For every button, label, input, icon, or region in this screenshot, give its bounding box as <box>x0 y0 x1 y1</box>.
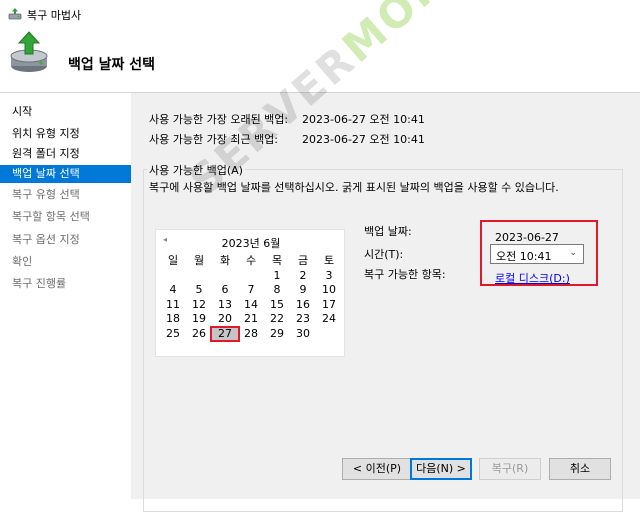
calendar-day[interactable]: 3 <box>316 269 342 284</box>
calendar-grid: 일 월 화 수 목 금 토 1 2 3 4 5 6 7 8 9 10 11 12 13 14 15 16 17 18 19 20 21… <box>160 254 342 342</box>
time-label: 시간(T): <box>364 248 404 261</box>
calendar-day[interactable]: 15 <box>264 298 290 313</box>
calendar-day[interactable]: 12 <box>186 298 212 313</box>
calendar-month-title[interactable]: 2023년 6월 <box>156 235 346 251</box>
calendar-weekday: 토 <box>323 254 335 267</box>
calendar-day[interactable]: 19 <box>186 312 212 327</box>
calendar-day[interactable]: 13 <box>212 298 238 313</box>
step-select-items: 복구할 항목 선택 <box>12 210 90 223</box>
calendar-day[interactable]: 5 <box>186 283 212 298</box>
calendar-week-row: 4 5 6 7 8 9 10 <box>160 283 342 298</box>
calendar-day[interactable]: 11 <box>160 298 186 313</box>
calendar-weekday: 금 <box>297 254 309 267</box>
calendar-day[interactable]: 2 <box>290 269 316 284</box>
step-start[interactable]: 시작 <box>0 103 131 121</box>
calendar-day[interactable]: 25 <box>160 327 186 342</box>
calendar-day[interactable]: 20 <box>212 312 238 327</box>
calendar-day[interactable]: 30 <box>290 327 316 342</box>
calendar-day[interactable]: 10 <box>316 283 342 298</box>
calendar-day[interactable]: 28 <box>238 327 264 342</box>
calendar-weekday: 수 <box>245 254 257 267</box>
next-button[interactable]: 다음(N) > <box>410 458 472 480</box>
calendar-day[interactable]: 26 <box>186 327 212 342</box>
calendar-week-row: 25 26 27 28 29 30 <box>160 325 342 342</box>
step-remote-folder[interactable]: 원격 폴더 지정 <box>0 145 131 163</box>
calendar-day[interactable]: 17 <box>316 298 342 313</box>
calendar-weekday-row: 일월화수목금토 <box>160 254 342 269</box>
calendar-day[interactable]: 8 <box>264 283 290 298</box>
calendar-day[interactable]: 16 <box>290 298 316 313</box>
calendar-weekday: 화 <box>219 254 231 267</box>
cancel-button[interactable]: 취소 <box>549 458 611 480</box>
calendar-weekday: 목 <box>271 254 283 267</box>
calendar-week-row: 123 <box>160 269 342 284</box>
calendar-day[interactable]: 29 <box>264 327 290 342</box>
newest-backup-value: 2023-06-27 오전 10:41 <box>302 133 425 146</box>
recoverable-items-link[interactable]: 로컬 디스크(D:) <box>495 270 570 286</box>
calendar-day[interactable]: 24 <box>316 312 342 327</box>
calendar-weekday: 월 <box>193 254 205 267</box>
calendar-day[interactable]: 21 <box>238 312 264 327</box>
calendar-day[interactable]: 27 <box>210 325 240 342</box>
calendar-empty-cell <box>212 269 238 284</box>
calendar-week-row: 18 19 20 21 22 23 24 <box>160 312 342 327</box>
calendar-day[interactable]: 4 <box>160 283 186 298</box>
page-title: 백업 날짜 선택 <box>68 57 156 73</box>
window-title: 복구 마법사 <box>27 9 82 22</box>
calendar-day[interactable]: 22 <box>264 312 290 327</box>
calendar-weekday: 일 <box>167 254 179 267</box>
restore-wizard-icon <box>8 8 22 20</box>
step-location-type[interactable]: 위치 유형 지정 <box>0 125 131 143</box>
backup-drive-icon <box>10 31 48 72</box>
time-dropdown[interactable]: 오전 10:41 ⌄ <box>490 244 584 264</box>
oldest-backup-value: 2023-06-27 오전 10:41 <box>302 113 425 126</box>
back-button[interactable]: < 이전(P) <box>342 458 412 480</box>
time-dropdown-value: 오전 10:41 <box>496 250 552 263</box>
wizard-steps-sidebar: 시작 위치 유형 지정 원격 폴더 지정 백업 날짜 선택 복구 유형 선택 복… <box>0 93 131 499</box>
chevron-down-icon: ⌄ <box>569 248 577 258</box>
calendar-empty-cell <box>160 269 186 284</box>
calendar-day[interactable]: 7 <box>238 283 264 298</box>
calendar-empty-cell <box>238 269 264 284</box>
backup-date-calendar[interactable]: ◂ 2023년 6월 일 월 화 수 목 금 토 1 2 3 4 5 6 7 8 9 10 11 12 13 14 15 1… <box>155 229 345 357</box>
step-recovery-type: 복구 유형 선택 <box>12 188 80 201</box>
backup-date-value: 2023-06-27 <box>495 231 559 244</box>
calendar-day[interactable]: 9 <box>290 283 316 298</box>
calendar-day[interactable]: 14 <box>238 298 264 313</box>
step-recovery-options: 복구 옵션 지정 <box>12 233 80 246</box>
calendar-empty-cell <box>186 269 212 284</box>
title-bar: 복구 마법사 <box>0 0 640 28</box>
step-confirm: 확인 <box>12 255 33 268</box>
calendar-day[interactable]: 1 <box>264 269 290 284</box>
calendar-empty-cell <box>316 327 342 342</box>
backup-date-label: 백업 날짜: <box>364 225 412 238</box>
step-select-backup-date[interactable]: 백업 날짜 선택 <box>0 165 131 183</box>
recoverable-items-label: 복구 가능한 항목: <box>364 268 446 281</box>
step-progress: 복구 진행률 <box>12 277 67 290</box>
calendar-day[interactable]: 18 <box>160 312 186 327</box>
calendar-week-row: 11 12 13 14 15 16 17 <box>160 298 342 313</box>
calendar-day[interactable]: 23 <box>290 312 316 327</box>
calendar-day[interactable]: 6 <box>212 283 238 298</box>
restore-button: 복구(R) <box>479 458 541 480</box>
